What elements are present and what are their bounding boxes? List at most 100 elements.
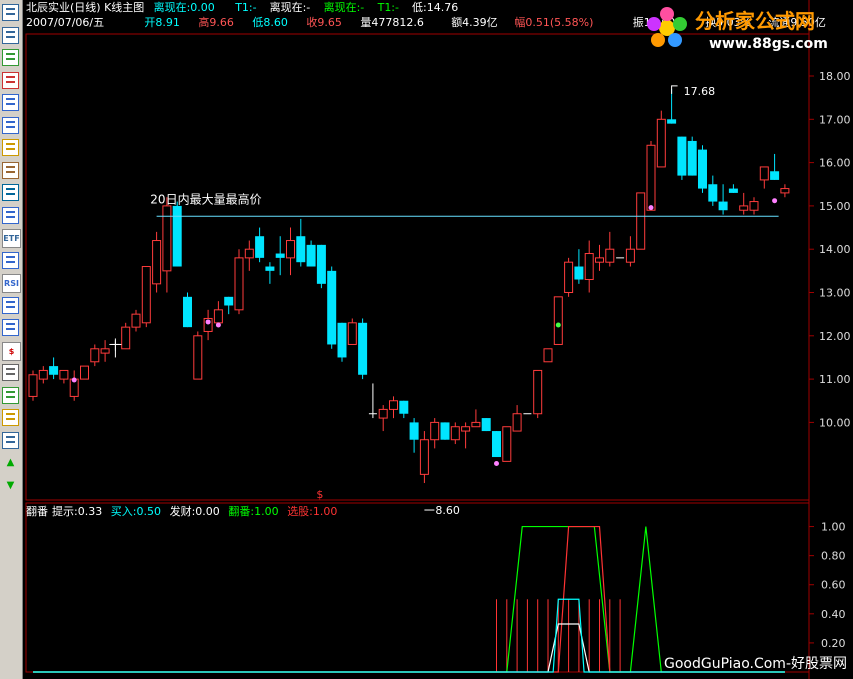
candle-body: [358, 322, 368, 375]
flower-icon: [647, 7, 687, 47]
candle-body: [512, 413, 522, 432]
candle: [49, 357, 59, 380]
candle: [770, 153, 780, 180]
price-axis: 18.00 17.00 16.00 15.00 14.00 13.00 12.00 11.00…: [809, 70, 851, 429]
candle-body: [28, 374, 38, 397]
candle: [759, 166, 769, 189]
etf-icon[interactable]: ETF: [2, 229, 21, 248]
indicator-value: 提示:0.33: [52, 505, 102, 518]
signal-dot-icon: [648, 205, 654, 211]
candle-body: [770, 171, 780, 180]
candle-body: [286, 240, 295, 259]
indicator-value: 发财:0.00: [170, 504, 220, 518]
candle-body: [430, 421, 440, 441]
signal-dot-icon: [555, 322, 561, 328]
candle-body: [162, 205, 172, 272]
candle: [327, 266, 337, 349]
candle: [368, 383, 377, 419]
indicator-panel-frame: [25, 502, 810, 673]
candle-body: [337, 322, 347, 358]
candle: [224, 296, 234, 315]
line-chart-icon[interactable]: [2, 49, 19, 66]
candle: [80, 365, 89, 380]
candle-body: [605, 248, 615, 263]
wrench-icon[interactable]: [2, 364, 19, 381]
window-icon[interactable]: [2, 296, 19, 314]
candle-body: [533, 369, 543, 415]
candle: [440, 422, 450, 440]
candle: [193, 331, 203, 380]
candle-body: [708, 184, 718, 202]
candle-body: [419, 439, 429, 475]
candle: [399, 400, 409, 419]
candle: [625, 236, 635, 267]
indicator-name: 翻番: [26, 504, 48, 518]
candle-body: [728, 188, 738, 193]
candle: [739, 192, 749, 215]
candle-body: [553, 296, 563, 345]
candle: [543, 348, 553, 363]
signal-dot-icon: [494, 461, 499, 467]
candle: [131, 309, 141, 332]
indicator-tick-label: 1.00: [821, 521, 846, 534]
pencil-icon[interactable]: [2, 409, 19, 426]
candle-body: [255, 236, 265, 258]
rsi-icon[interactable]: RSI: [2, 274, 21, 293]
price-tick-label: 14.00: [819, 243, 851, 256]
down-arrow-icon[interactable]: ▼: [2, 477, 19, 494]
report-icon[interactable]: [2, 116, 19, 134]
candle: [533, 369, 543, 419]
table-icon[interactable]: [2, 94, 19, 111]
candle: [461, 422, 471, 449]
candle-body: [584, 253, 594, 281]
candle-body: [275, 253, 285, 258]
candle: [100, 340, 110, 362]
candle-body: [131, 313, 141, 328]
candle-body: [656, 118, 666, 168]
candle: [646, 140, 656, 211]
search-icon[interactable]: [2, 206, 19, 224]
candle: [162, 197, 172, 293]
candle-body: [718, 201, 728, 211]
export-icon[interactable]: [2, 386, 19, 404]
candle-body: [378, 408, 388, 419]
news-icon[interactable]: [2, 139, 19, 156]
candle-body: [687, 140, 697, 176]
candle-body: [492, 431, 501, 458]
low-price-label: 8.60: [435, 504, 460, 517]
price-tick-label: 16.00: [819, 157, 851, 170]
candle-body: [759, 166, 769, 181]
wave-icon[interactable]: [2, 251, 19, 269]
price-tick-label: 10.00: [819, 416, 851, 429]
header-field: 开8.91: [144, 16, 180, 29]
grid-icon[interactable]: [2, 4, 19, 21]
price-tick-label: 12.00: [819, 330, 851, 343]
dollar-icon[interactable]: $: [2, 341, 21, 361]
candle: [481, 418, 491, 432]
header-field: 低8.60: [252, 16, 288, 29]
candle: [749, 197, 759, 215]
candle: [358, 318, 368, 380]
indicator-tick-label: 0.20: [821, 637, 846, 650]
candle-body: [677, 136, 687, 176]
candle: [38, 366, 48, 384]
indicator-tick-label: 0.40: [821, 608, 846, 621]
move-icon[interactable]: [2, 431, 19, 449]
candle-body: [224, 296, 234, 306]
indicator-value: 选股:1.00: [287, 505, 337, 518]
candle-body: [409, 422, 419, 440]
people-icon[interactable]: [2, 161, 19, 179]
candle-body: [389, 400, 398, 410]
table2-icon[interactable]: [2, 319, 19, 336]
logo-title: 分析家公式网: [695, 9, 815, 33]
list-icon[interactable]: [2, 26, 19, 44]
bar-chart-icon[interactable]: [2, 71, 19, 89]
finance-icon[interactable]: [2, 184, 19, 201]
candle-body: [564, 261, 574, 294]
candle-body: [625, 248, 635, 263]
up-arrow-icon[interactable]: ▲: [2, 454, 19, 471]
candle: [90, 344, 100, 367]
header-field: 额4.39亿: [451, 16, 498, 29]
candle-body: [471, 421, 481, 428]
candle-body: [347, 322, 357, 345]
